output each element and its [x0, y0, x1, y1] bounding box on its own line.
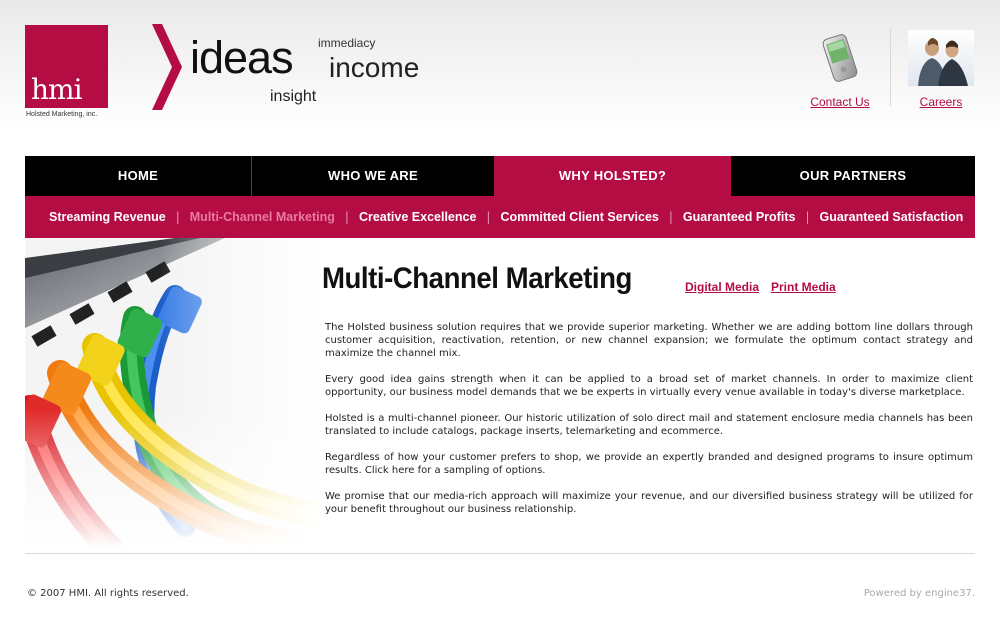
paragraph: The Holsted business solution requires t… — [325, 322, 973, 359]
pda-phone-icon — [822, 34, 858, 82]
subnav-divider: | — [175, 210, 180, 224]
subnav-committed-client-services[interactable]: Committed Client Services — [500, 210, 658, 224]
powered-by-link[interactable]: Powered by engine37. — [864, 588, 975, 599]
subnav-streaming-revenue[interactable]: Streaming Revenue — [49, 210, 166, 224]
copyright: © 2007 HMI. All rights reserved. — [27, 588, 189, 599]
chevron-icon — [152, 24, 182, 110]
careers-block[interactable]: Careers — [905, 30, 977, 109]
contact-us-block[interactable]: Contact Us — [805, 30, 875, 109]
logo-text: hmi — [31, 73, 83, 106]
tagline-insight: insight — [270, 88, 317, 105]
subnav-guaranteed-satisfaction[interactable]: Guaranteed Satisfaction — [819, 210, 963, 224]
subnav-creative-excellence[interactable]: Creative Excellence — [359, 210, 476, 224]
nav-home[interactable]: HOME — [25, 156, 252, 196]
paragraph: Every good idea gains strength when it c… — [325, 374, 973, 398]
paragraph: Holsted is a multi-channel pioneer. Our … — [325, 413, 973, 437]
contact-us-link[interactable]: Contact Us — [805, 95, 875, 109]
content-body: The Holsted business solution requires t… — [325, 321, 973, 529]
tagline-income: income — [329, 52, 420, 83]
subnav-divider: | — [344, 210, 349, 224]
nav-our-partners[interactable]: OUR PARTNERS — [731, 156, 975, 196]
colorful-network-cables-image — [25, 238, 325, 548]
page-title: Multi-Channel Marketing — [322, 262, 632, 295]
careers-link[interactable]: Careers — [905, 95, 977, 109]
hmi-logo[interactable]: hmi — [25, 25, 108, 108]
nav-who-we-are[interactable]: WHO WE ARE — [252, 156, 494, 196]
digital-media-link[interactable]: Digital Media — [685, 280, 759, 294]
nav-why-holsted[interactable]: WHY HOLSTED? — [494, 156, 731, 196]
business-people-icon — [908, 30, 974, 86]
sub-nav: Streaming Revenue | Multi-Channel Market… — [25, 196, 975, 238]
header-divider — [890, 28, 891, 106]
paragraph: We promise that our media-rich approach … — [325, 491, 973, 515]
main-nav: HOME WHO WE ARE WHY HOLSTED? OUR PARTNER… — [25, 156, 975, 196]
subnav-guaranteed-profits[interactable]: Guaranteed Profits — [683, 210, 796, 224]
logo-caption: Holsted Marketing, inc. — [26, 111, 98, 118]
subnav-divider: | — [486, 210, 491, 224]
print-media-link[interactable]: Print Media — [771, 280, 836, 294]
paragraph: Regardless of how your customer prefers … — [325, 452, 973, 476]
footer-divider — [25, 553, 975, 554]
subnav-multi-channel-marketing[interactable]: Multi-Channel Marketing — [190, 210, 335, 224]
tagline-immediacy: immediacy — [318, 36, 376, 50]
tagline-ideas: ideas — [190, 32, 294, 83]
subnav-divider: | — [668, 210, 673, 224]
subnav-divider: | — [805, 210, 810, 224]
